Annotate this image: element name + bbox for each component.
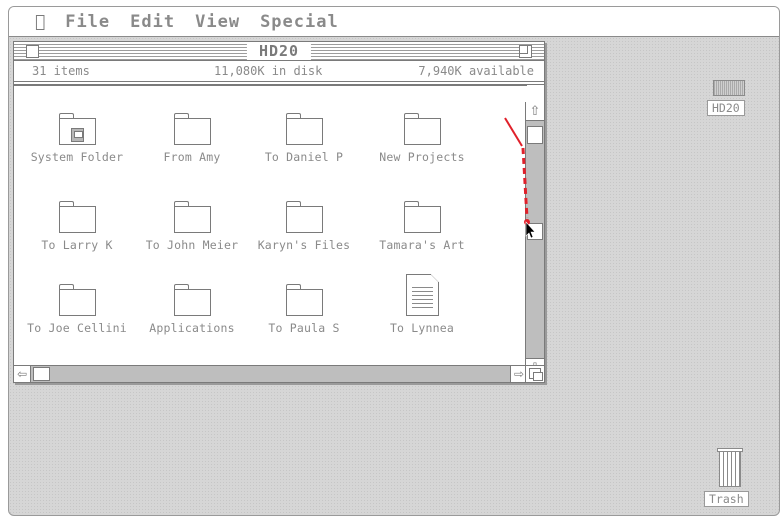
scroll-thumb-original[interactable] (527, 126, 543, 144)
folder-item[interactable]: Applications (132, 279, 252, 345)
scroll-up-arrow-icon[interactable]: ⇧ (526, 102, 544, 121)
folder-item[interactable]: Tamara's Art (362, 196, 482, 262)
window-content: System Folder From Amy To Daniel P New P… (14, 85, 527, 361)
icon-label: To Larry K (41, 238, 113, 252)
folder-icon (174, 201, 211, 233)
folder-item[interactable]: To Daniel P (244, 108, 364, 174)
window-info-bar: 31 items 11,080K in disk 7,940K availabl… (14, 61, 544, 85)
folder-icon (174, 284, 211, 316)
disk-used: 11,080K in disk (214, 64, 323, 78)
trash-can-icon (719, 451, 741, 487)
apple-menu-icon[interactable]:  (35, 12, 45, 32)
horizontal-scroll-thumb[interactable] (33, 367, 50, 381)
icon-label: To Lynnea (389, 321, 455, 335)
folder-icon (286, 113, 323, 145)
icon-label: Applications (149, 321, 235, 335)
folder-icon (174, 113, 211, 145)
folder-icon (286, 284, 323, 316)
desktop:  File Edit View Special HD20 31 items 1… (8, 6, 780, 516)
disk-drive-icon (713, 80, 745, 96)
disk-available: 7,940K available (418, 64, 534, 78)
folder-item[interactable]: Karyn's Files (244, 196, 364, 262)
folder-icon (404, 113, 441, 145)
folder-item[interactable]: To John Meier (132, 196, 252, 262)
folder-item[interactable]: To Paula S (244, 279, 364, 345)
hard-disk-icon[interactable]: HD20 (701, 80, 761, 130)
folder-icon (59, 284, 96, 316)
item-count: 31 items (32, 64, 90, 78)
scroll-left-arrow-icon[interactable]: ⇦ (14, 366, 31, 382)
close-box-icon[interactable] (26, 45, 39, 58)
folder-icon (404, 201, 441, 233)
folder-item[interactable]: To Larry K (17, 196, 137, 262)
icon-label: To Daniel P (264, 150, 344, 164)
icon-label: System Folder (30, 150, 124, 164)
menu-edit[interactable]: Edit (130, 12, 175, 32)
menu-view[interactable]: View (195, 12, 240, 32)
icon-label: To Paula S (268, 321, 340, 335)
finder-window: HD20 31 items 11,080K in disk 7,940K ava… (13, 41, 545, 383)
menu-special[interactable]: Special (260, 12, 339, 32)
zoom-box-icon[interactable] (519, 45, 532, 58)
system-badge-icon (71, 128, 84, 142)
horizontal-scrollbar[interactable]: ⇦ ⇨ (14, 365, 527, 382)
icon-label: New Projects (379, 150, 465, 164)
grow-box-icon[interactable] (525, 365, 544, 382)
vertical-scrollbar[interactable]: ⇧ ⇩ (525, 102, 544, 377)
icon-label: Tamara's Art (379, 238, 465, 252)
trash-label: Trash (704, 491, 749, 507)
folder-icon (59, 201, 96, 233)
system-folder-icon[interactable]: System Folder (17, 108, 137, 174)
trash-icon[interactable]: Trash (702, 440, 762, 512)
icon-label: Karyn's Files (257, 238, 351, 252)
document-icon (406, 274, 439, 316)
disk-label: HD20 (707, 100, 745, 116)
folder-icon (286, 201, 323, 233)
window-title: HD20 (246, 42, 312, 60)
folder-icon (59, 113, 96, 145)
window-title-bar[interactable]: HD20 (14, 42, 544, 61)
scroll-thumb-dragged[interactable] (527, 223, 543, 240)
icon-label: To Joe Cellini (27, 321, 127, 335)
icon-label: From Amy (163, 150, 221, 164)
folder-item[interactable]: From Amy (132, 108, 252, 174)
menu-file[interactable]: File (65, 12, 110, 32)
menu-bar:  File Edit View Special (9, 7, 779, 37)
folder-item[interactable]: New Projects (362, 108, 482, 174)
icon-label: To John Meier (145, 238, 239, 252)
document-item[interactable]: To Lynnea (362, 274, 482, 340)
folder-item[interactable]: To Joe Cellini (17, 279, 137, 345)
